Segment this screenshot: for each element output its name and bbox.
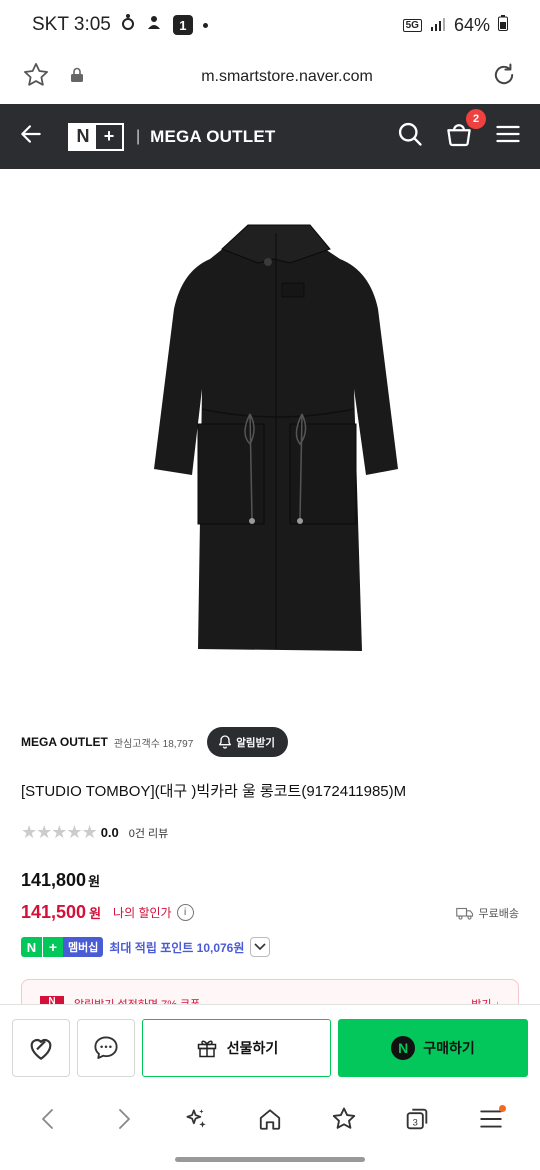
gift-label: 선물하기 [226,1039,279,1056]
my-discount-label: 나의 할인가 [113,906,172,920]
sale-price-value: 141,500 [21,902,87,922]
naver-plus-membership-badge: N + 멤버십 [21,937,104,957]
search-icon[interactable] [396,120,424,153]
gift-button[interactable]: 선물하기 [142,1018,331,1077]
network-icon: 5G [402,18,422,32]
rating-stars-icon: ★★★★★ [21,822,98,842]
browser-bottom-nav: 3 [0,1090,540,1148]
product-image[interactable] [0,169,540,709]
product-title: [STUDIO TOMBOY](대구 )빅카라 울 롱코트(9172411985… [21,783,407,800]
alarm-subscribe-button[interactable]: 알림받기 [207,727,288,757]
original-price-value: 141,800 [21,870,87,890]
browser-forward-icon[interactable] [100,1096,146,1142]
truck-icon [455,907,473,920]
chat-inquiry-button[interactable] [77,1018,135,1077]
bookmarks-star-icon[interactable] [321,1096,367,1142]
carrier-time: SKT 3:05 [32,14,111,35]
shipping-label: 무료배송 [478,907,519,920]
bell-plus-icon [219,735,232,749]
review-count: 0건 리뷰 [128,827,169,840]
sparkle-ai-icon[interactable] [173,1096,219,1142]
sale-price-unit: 원 [89,906,102,921]
gift-icon [197,1040,216,1057]
sale-price-row: 141,500 원 나의 할인가 i 무료배송 [21,902,519,923]
store-header: N + | MEGA OUTLET 2 [0,104,540,169]
tab-count: 3 [413,1117,418,1127]
url-text[interactable]: m.smartstore.naver.com [84,68,490,86]
coat-illustration [154,224,398,651]
back-arrow-icon[interactable] [18,121,44,152]
original-price-unit: 원 [88,874,101,889]
naver-plus-store-logo[interactable]: N + [68,122,124,151]
cart-count-badge: 2 [466,109,486,129]
browser-back-icon[interactable] [26,1096,72,1142]
battery-level: 64% [453,14,490,35]
rating-score: 0.0 [100,825,119,840]
more-notifications-dot [202,22,208,28]
purchase-action-bar: 선물하기 N 구매하기 [0,1004,540,1090]
naver-pay-icon: N [391,1035,416,1060]
membership-row[interactable]: N + 멤버십 최대 적립 포인트 10,076원 [21,937,271,957]
chevron-down-icon[interactable] [250,937,271,957]
tabs-icon[interactable]: 3 [394,1096,440,1142]
home-icon[interactable] [247,1096,293,1142]
hamburger-menu-icon[interactable] [494,120,522,153]
alarm-subscribe-label: 알림받기 [236,736,275,749]
wishlist-button[interactable] [12,1018,70,1077]
buy-label: 구매하기 [423,1039,475,1056]
thread-icon [145,13,163,37]
notification-icon [121,13,135,37]
cart-button[interactable]: 2 [444,109,486,154]
header-separator: | [136,127,141,145]
seller-row: MEGA OUTLET 관심고객수 18,797 알림받기 [21,727,519,757]
battery-icon [498,14,508,36]
lock-icon [70,67,84,88]
original-price: 141,800 원 [21,870,100,891]
store-name[interactable]: MEGA OUTLET [150,127,275,147]
reload-icon[interactable] [490,61,518,94]
status-bar: SKT 3:05 1 5G 64% [0,0,540,50]
info-icon[interactable]: i [176,904,194,921]
home-indicator[interactable] [175,1157,365,1162]
max-points-text: 최대 적립 포인트 10,076원 [109,940,245,955]
signal-icon [430,15,446,36]
chat-bubble-icon [94,1035,118,1059]
notification-badge: 1 [172,15,193,35]
heart-link-icon [30,1038,52,1060]
bookmark-star-icon[interactable] [22,61,50,94]
menu-notification-dot [499,1105,507,1112]
rating-row[interactable]: ★★★★★ 0.0 0건 리뷰 [21,822,168,843]
shipping-info: 무료배송 [455,905,519,921]
browser-url-bar: m.smartstore.naver.com [0,50,540,104]
buy-button[interactable]: N 구매하기 [338,1018,528,1077]
seller-name[interactable]: MEGA OUTLET [21,735,108,749]
browser-menu-icon[interactable] [468,1096,514,1142]
seller-fan-count: 관심고객수 18,797 [113,738,194,750]
